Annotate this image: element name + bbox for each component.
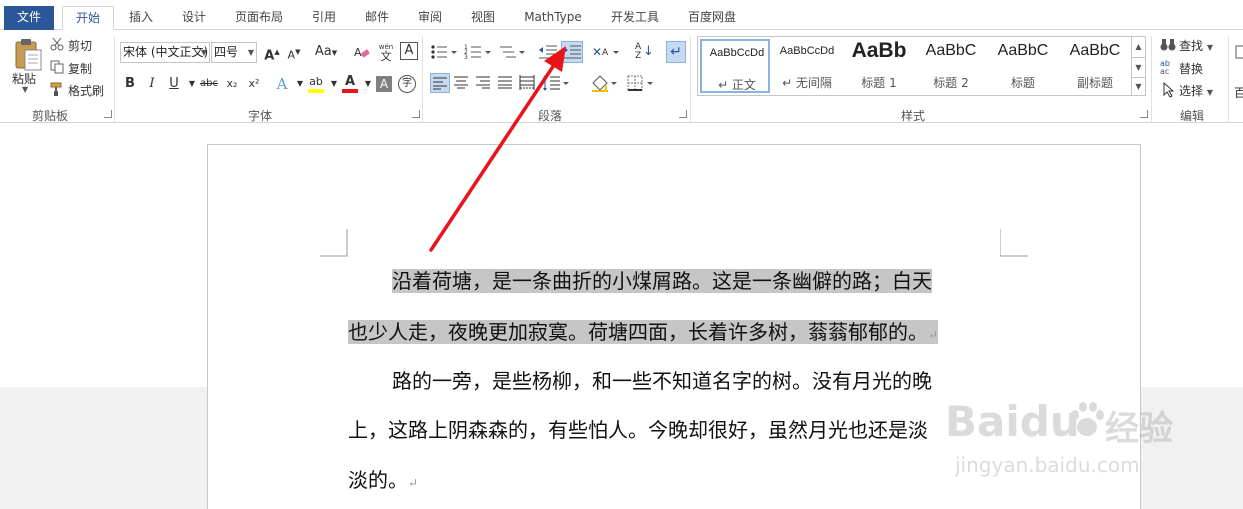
paw-icon bbox=[1071, 402, 1104, 436]
baidu-jingyan-watermark: Baidu 经验 jingyan.baidu.com bbox=[945, 397, 1173, 477]
